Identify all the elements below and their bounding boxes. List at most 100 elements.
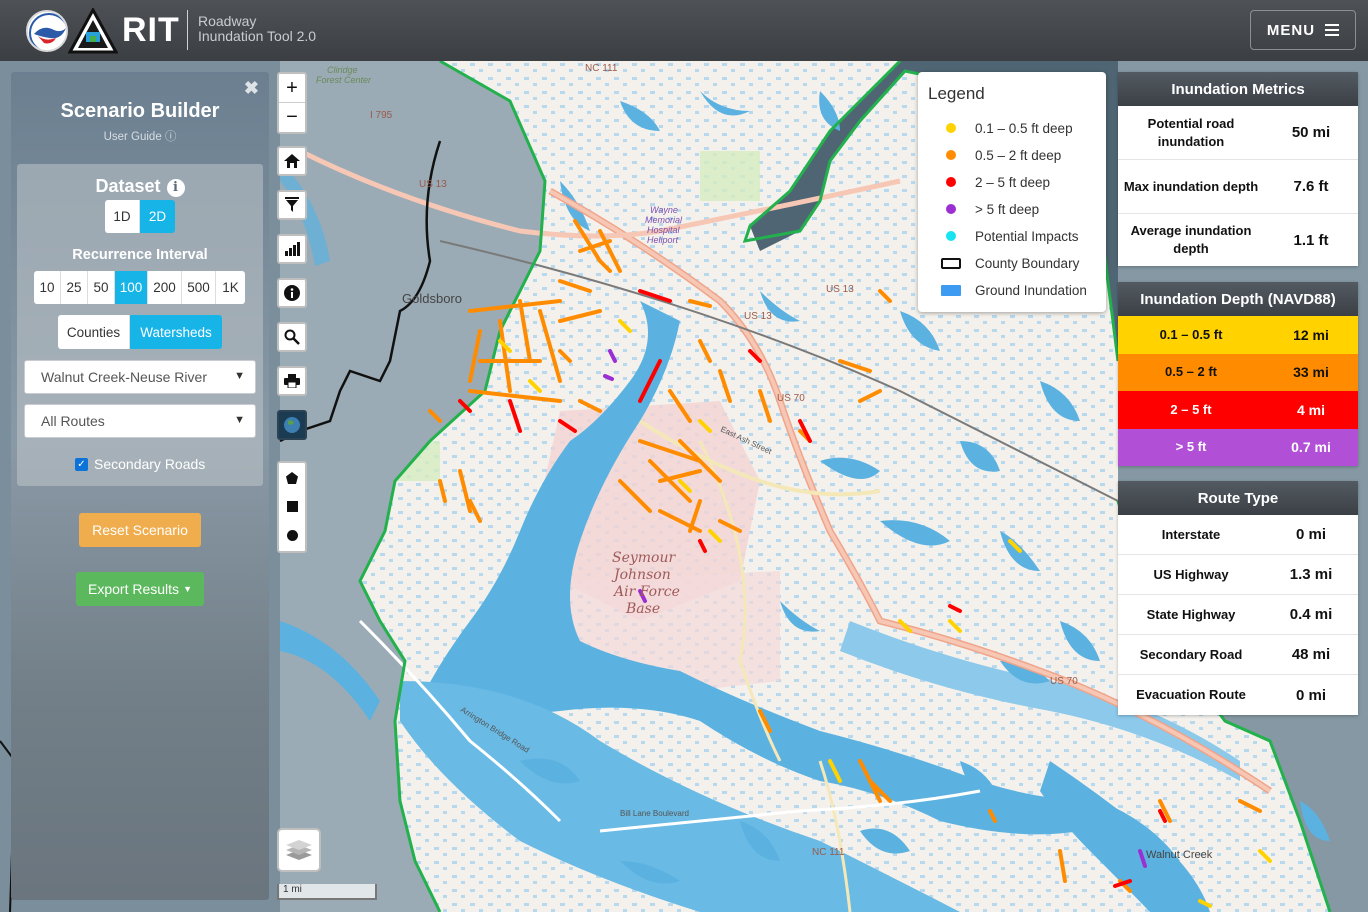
legend-label: County Boundary bbox=[975, 255, 1080, 271]
label-us13-a: US 13 bbox=[826, 284, 854, 295]
orange-dot-icon bbox=[946, 150, 956, 160]
recurrence-25[interactable]: 25 bbox=[61, 271, 88, 304]
print-button[interactable] bbox=[277, 366, 307, 396]
dataset-box: Dataset i 1D 2D Recurrence Interval 10 25… bbox=[17, 164, 263, 486]
checkbox-checked-icon[interactable]: ✓ bbox=[75, 457, 88, 471]
bar-chart-icon bbox=[285, 242, 300, 256]
scenario-title: Scenario Builder bbox=[60, 100, 220, 122]
legend-item: Ground Inundation bbox=[940, 280, 1087, 300]
metric-label: Max inundation depth bbox=[1123, 178, 1259, 194]
recurrence-500[interactable]: 500 bbox=[182, 271, 216, 304]
secondary-roads-checkbox[interactable]: ✓ Secondary Roads bbox=[75, 456, 205, 472]
label-seymour-1: Seymour bbox=[612, 550, 677, 566]
area-watersheds[interactable]: Watersheds bbox=[130, 315, 222, 349]
hamburger-icon bbox=[1325, 24, 1340, 36]
export-results-button[interactable]: Export Results ▼ bbox=[76, 572, 204, 606]
metric-label: Average inundation depth bbox=[1130, 223, 1252, 256]
depth-row: > 5 ft 0.7 mi bbox=[1118, 428, 1358, 466]
recurrence-title: Recurrence Interval bbox=[72, 247, 208, 263]
recurrence-10[interactable]: 10 bbox=[34, 271, 61, 304]
square-icon bbox=[286, 501, 298, 512]
basemap-button[interactable] bbox=[277, 410, 307, 440]
route-row: Interstate 0 mi bbox=[1118, 515, 1358, 555]
area-counties[interactable]: Counties bbox=[58, 315, 130, 349]
legend-label: > 5 ft deep bbox=[975, 201, 1040, 217]
search-button[interactable] bbox=[277, 322, 307, 352]
route-label: US Highway bbox=[1153, 566, 1229, 582]
legend-label: 2 – 5 ft deep bbox=[975, 174, 1051, 190]
route-label: Secondary Road bbox=[1139, 646, 1243, 662]
depth-value: 0.7 mi bbox=[1291, 439, 1331, 456]
layers-button[interactable] bbox=[277, 828, 321, 872]
legend-label: Ground Inundation bbox=[975, 282, 1087, 298]
route-label: State Highway bbox=[1146, 606, 1236, 622]
label-i795: I 795 bbox=[370, 110, 393, 121]
reset-scenario-button[interactable]: Reset Scenario bbox=[79, 513, 201, 547]
watershed-select-value: Walnut Creek-Neuse River bbox=[41, 369, 207, 385]
legend-item: 0.5 – 2 ft deep bbox=[940, 145, 1061, 165]
secondary-roads-label: Secondary Roads bbox=[94, 456, 206, 472]
home-button[interactable] bbox=[277, 146, 307, 176]
route-row: Secondary Road 48 mi bbox=[1118, 635, 1358, 675]
zoom-in-button[interactable]: + bbox=[279, 74, 305, 103]
legend-label: 0.5 – 2 ft deep bbox=[975, 147, 1062, 163]
route-row: US Highway 1.3 mi bbox=[1118, 555, 1358, 595]
close-icon[interactable]: ✖ bbox=[244, 78, 259, 99]
dataset-option-2d[interactable]: 2D bbox=[140, 200, 175, 233]
recurrence-200[interactable]: 200 bbox=[148, 271, 182, 304]
app-subtitle: Roadway Inundation Tool 2.0 bbox=[198, 14, 316, 44]
label-hospital-3: Hospital bbox=[647, 225, 681, 235]
recurrence-1k[interactable]: 1K bbox=[216, 271, 245, 304]
legend-item: 2 – 5 ft deep bbox=[940, 172, 1050, 192]
depth-row: 0.1 – 0.5 ft 12 mi bbox=[1118, 316, 1358, 354]
ncdot-logo-icon bbox=[26, 10, 68, 52]
layers-icon bbox=[286, 840, 312, 860]
route-value: 48 mi bbox=[1291, 646, 1331, 663]
purple-dot-icon bbox=[946, 204, 956, 214]
red-dot-icon bbox=[946, 177, 956, 187]
info-button[interactable] bbox=[277, 278, 307, 308]
info-icon[interactable]: i bbox=[166, 179, 185, 197]
header-divider bbox=[187, 10, 188, 50]
label-hospital-2: Memorial bbox=[645, 215, 683, 225]
draw-circle-button[interactable] bbox=[279, 521, 305, 550]
dataset-toggle: 1D 2D bbox=[105, 200, 175, 233]
info-icon bbox=[284, 285, 300, 301]
recurrence-100[interactable]: 100 bbox=[115, 271, 148, 304]
route-label: Evacuation Route bbox=[1136, 687, 1246, 702]
route-value: 0 mi bbox=[1295, 686, 1326, 704]
menu-button[interactable]: MENU bbox=[1250, 10, 1356, 50]
routes-select[interactable]: All Routes ▼ bbox=[24, 404, 256, 438]
inundation-metrics-panel: Inundation Metrics Potential road inunda… bbox=[1118, 72, 1358, 266]
dataset-option-1d[interactable]: 1D bbox=[105, 200, 140, 233]
metric-value: 1.1 ft bbox=[1293, 231, 1329, 249]
route-value: 0 mi bbox=[1295, 526, 1326, 543]
draw-rectangle-button[interactable] bbox=[279, 492, 305, 521]
metric-label: Potential road inundation bbox=[1147, 115, 1235, 149]
route-row: Evacuation Route 0 mi bbox=[1118, 675, 1358, 715]
metrics-title: Inundation Metrics bbox=[1118, 72, 1358, 106]
filter-button[interactable] bbox=[277, 190, 307, 220]
draw-toolbar bbox=[277, 461, 307, 553]
metric-row: Max inundation depth 7.6 ft bbox=[1118, 160, 1358, 214]
legend-title: Legend bbox=[928, 84, 985, 103]
chart-button[interactable] bbox=[277, 234, 307, 264]
subtitle-line-1: Roadway bbox=[198, 13, 257, 29]
label-forest-center: Forest Center bbox=[316, 75, 372, 85]
scale-bar: 1 mi bbox=[277, 884, 377, 900]
legend-item: County Boundary bbox=[940, 253, 1079, 273]
metric-row: Average inundation depth 1.1 ft bbox=[1118, 214, 1358, 266]
metric-row: Potential road inundation 50 mi bbox=[1118, 106, 1358, 160]
route-type-title: Route Type bbox=[1118, 481, 1358, 515]
user-guide-link[interactable]: User Guide ⓘ bbox=[11, 128, 269, 144]
zoom-out-button[interactable]: − bbox=[279, 103, 305, 132]
depth-value: 33 mi bbox=[1293, 364, 1329, 381]
watershed-select[interactable]: Walnut Creek-Neuse River ▼ bbox=[24, 360, 256, 394]
draw-polygon-button[interactable] bbox=[279, 463, 305, 492]
inundation-depth-panel: Inundation Depth (NAVD88) 0.1 – 0.5 ft 1… bbox=[1118, 282, 1358, 466]
depth-row: 0.5 – 2 ft 33 mi bbox=[1118, 353, 1358, 391]
polygon-icon bbox=[286, 471, 298, 484]
recurrence-50[interactable]: 50 bbox=[88, 271, 115, 304]
route-label: Interstate bbox=[1161, 526, 1221, 542]
caret-down-icon: ▼ bbox=[183, 584, 192, 594]
